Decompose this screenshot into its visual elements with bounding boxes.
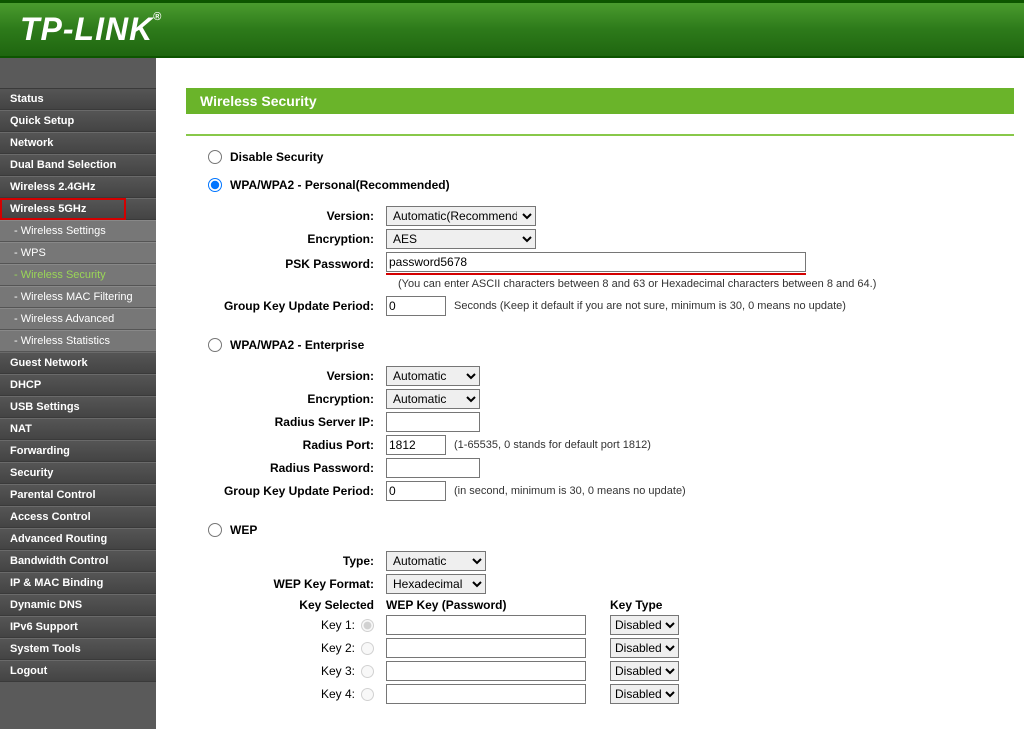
input-wep-key-1[interactable] <box>386 615 586 635</box>
select-wep-type[interactable]: Automatic <box>386 551 486 571</box>
separator <box>186 134 1014 136</box>
label-ent-version: Version: <box>208 369 386 383</box>
radio-wep-key-3[interactable] <box>361 665 374 678</box>
select-personal-version[interactable]: Automatic(Recommended) <box>386 206 536 226</box>
wep-col-type: Key Type <box>610 598 662 612</box>
select-wep-format[interactable]: Hexadecimal <box>386 574 486 594</box>
radio-disable-security[interactable] <box>208 150 222 164</box>
nav-item-parental-control[interactable]: Parental Control <box>0 484 156 506</box>
nav-item-dual-band-selection[interactable]: Dual Band Selection <box>0 154 156 176</box>
nav-item-wireless-statistics[interactable]: - Wireless Statistics <box>0 330 156 352</box>
wep-key-label: Key 2: <box>321 641 355 655</box>
label-radius-ip: Radius Server IP: <box>208 415 386 429</box>
select-personal-encryption[interactable]: AES <box>386 229 536 249</box>
wep-key-row: Key 1: Disabled <box>208 615 1014 635</box>
label-disable-security: Disable Security <box>230 150 323 164</box>
radio-wpa-enterprise[interactable] <box>208 338 222 352</box>
input-radius-pw[interactable] <box>386 458 480 478</box>
nav-item-wireless-security[interactable]: - Wireless Security <box>0 264 156 286</box>
nav-item-ipv6-support[interactable]: IPv6 Support <box>0 616 156 638</box>
select-ent-version[interactable]: Automatic <box>386 366 480 386</box>
header: TP-LINK® <box>0 0 1024 58</box>
nav-item-wireless-2-4ghz[interactable]: Wireless 2.4GHz <box>0 176 156 198</box>
input-wep-key-2[interactable] <box>386 638 586 658</box>
label-wep-format: WEP Key Format: <box>208 577 386 591</box>
select-wep-keytype-2[interactable]: Disabled <box>610 638 679 658</box>
nav-item-forwarding[interactable]: Forwarding <box>0 440 156 462</box>
wep-key-row: Key 2: Disabled <box>208 638 1014 658</box>
input-psk-password[interactable] <box>386 252 806 272</box>
label-wep: WEP <box>230 523 257 537</box>
input-personal-gkup[interactable] <box>386 296 446 316</box>
nav-item-security[interactable]: Security <box>0 462 156 484</box>
nav-item-bandwidth-control[interactable]: Bandwidth Control <box>0 550 156 572</box>
input-ent-gkup[interactable] <box>386 481 446 501</box>
nav-item-usb-settings[interactable]: USB Settings <box>0 396 156 418</box>
nav-item-network[interactable]: Network <box>0 132 156 154</box>
nav-item-guest-network[interactable]: Guest Network <box>0 352 156 374</box>
wep-col-key: WEP Key (Password) <box>386 598 610 612</box>
nav-item-logout[interactable]: Logout <box>0 660 156 682</box>
nav-item-status[interactable]: Status <box>0 88 156 110</box>
label-wpa-enterprise: WPA/WPA2 - Enterprise <box>230 338 364 352</box>
nav-item-dhcp[interactable]: DHCP <box>0 374 156 396</box>
label-personal-encryption: Encryption: <box>208 232 386 246</box>
page-title: Wireless Security <box>186 88 1014 114</box>
select-wep-keytype-3[interactable]: Disabled <box>610 661 679 681</box>
input-radius-port[interactable] <box>386 435 446 455</box>
input-radius-ip[interactable] <box>386 412 480 432</box>
help-radius-port: (1-65535, 0 stands for default port 1812… <box>454 439 651 451</box>
nav-item-wireless-mac-filtering[interactable]: - Wireless MAC Filtering <box>0 286 156 308</box>
radio-wep-key-2[interactable] <box>361 642 374 655</box>
help-ent-gkup: (in second, minimum is 30, 0 means no up… <box>454 485 686 497</box>
select-wep-keytype-1[interactable]: Disabled <box>610 615 679 635</box>
label-ent-gkup: Group Key Update Period: <box>208 484 386 498</box>
radio-wep-key-1[interactable] <box>361 619 374 632</box>
label-wpa-personal: WPA/WPA2 - Personal(Recommended) <box>230 178 450 192</box>
label-radius-pw: Radius Password: <box>208 461 386 475</box>
nav-item-wireless-5ghz[interactable]: Wireless 5GHz <box>0 198 156 220</box>
label-ent-encryption: Encryption: <box>208 392 386 406</box>
wep-key-label: Key 4: <box>321 687 355 701</box>
nav-item-advanced-routing[interactable]: Advanced Routing <box>0 528 156 550</box>
radio-wpa-personal[interactable] <box>208 178 222 192</box>
input-wep-key-4[interactable] <box>386 684 586 704</box>
main-content: Wireless Security Disable Security WPA/W… <box>156 58 1024 729</box>
nav-item-access-control[interactable]: Access Control <box>0 506 156 528</box>
wep-key-row: Key 3: Disabled <box>208 661 1014 681</box>
nav-item-wireless-settings[interactable]: - Wireless Settings <box>0 220 156 242</box>
select-ent-encryption[interactable]: Automatic <box>386 389 480 409</box>
logo: TP-LINK® <box>20 11 162 48</box>
label-radius-port: Radius Port: <box>208 438 386 452</box>
wep-key-row: Key 4: Disabled <box>208 684 1014 704</box>
wep-key-label: Key 3: <box>321 664 355 678</box>
radio-wep[interactable] <box>208 523 222 537</box>
nav-item-wireless-advanced[interactable]: - Wireless Advanced <box>0 308 156 330</box>
radio-wep-key-4[interactable] <box>361 688 374 701</box>
nav-item-system-tools[interactable]: System Tools <box>0 638 156 660</box>
label-wep-type: Type: <box>208 554 386 568</box>
wep-key-label: Key 1: <box>321 618 355 632</box>
nav-item-wps[interactable]: - WPS <box>0 242 156 264</box>
nav-item-ip-mac-binding[interactable]: IP & MAC Binding <box>0 572 156 594</box>
sidebar: StatusQuick SetupNetworkDual Band Select… <box>0 58 156 729</box>
wep-col-selected: Key Selected <box>208 598 386 612</box>
label-personal-gkup: Group Key Update Period: <box>208 299 386 313</box>
nav-item-dynamic-dns[interactable]: Dynamic DNS <box>0 594 156 616</box>
label-psk-password: PSK Password: <box>208 257 386 271</box>
help-psk: (You can enter ASCII characters between … <box>398 278 1014 290</box>
psk-underline <box>386 252 806 275</box>
help-personal-gkup: Seconds (Keep it default if you are not … <box>454 300 846 312</box>
select-wep-keytype-4[interactable]: Disabled <box>610 684 679 704</box>
nav-item-nat[interactable]: NAT <box>0 418 156 440</box>
input-wep-key-3[interactable] <box>386 661 586 681</box>
nav-item-quick-setup[interactable]: Quick Setup <box>0 110 156 132</box>
label-personal-version: Version: <box>208 209 386 223</box>
